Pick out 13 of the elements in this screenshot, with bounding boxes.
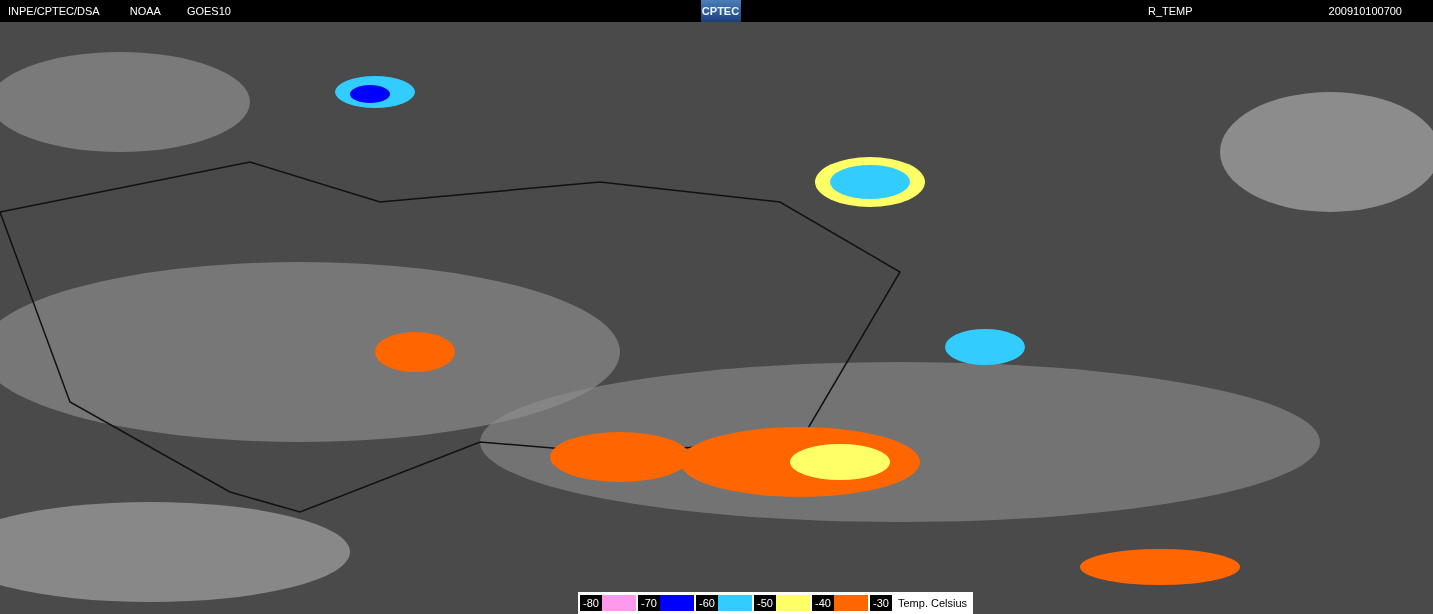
legend-value: -50 (754, 595, 776, 611)
source-label: NOAA (129, 5, 161, 17)
legend-value: -40 (812, 595, 834, 611)
legend-unit: Temp. Celsius (898, 597, 968, 609)
legend-value: -70 (638, 595, 660, 611)
satellite-label: GOES10 (186, 5, 231, 17)
legend-value: -80 (580, 595, 602, 611)
agency-label: INPE/CPTEC/DSA (8, 5, 100, 17)
legend-value: -60 (696, 595, 718, 611)
product-label: R_TEMP (1147, 5, 1193, 17)
legend-value: -30 (870, 595, 892, 611)
logo: CPTEC (700, 0, 741, 22)
timestamp-label: 200910100700 (1328, 5, 1402, 17)
